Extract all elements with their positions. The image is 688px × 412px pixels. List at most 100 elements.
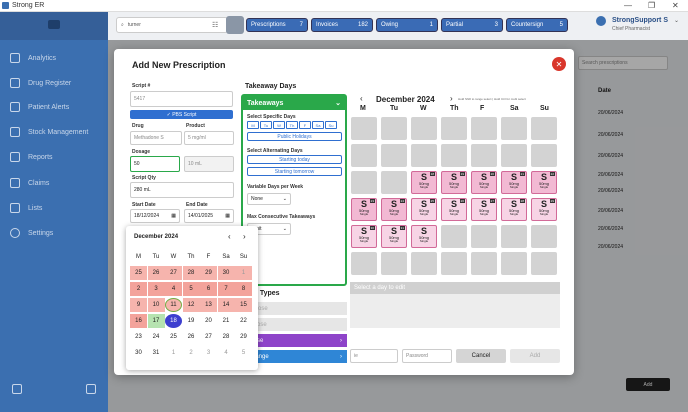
- calendar-day-dosed[interactable]: S 50mg Single 24: [381, 198, 407, 221]
- datepicker-next-button[interactable]: ›: [243, 232, 246, 241]
- calendar-day-empty[interactable]: [501, 117, 527, 140]
- dosage-input[interactable]: 50: [130, 156, 180, 172]
- datepicker-day[interactable]: 4: [165, 282, 182, 296]
- calendar-day-dosed[interactable]: S 50mg Single: [411, 225, 437, 248]
- datepicker-day[interactable]: 25: [165, 330, 182, 344]
- calendar-day-dosed[interactable]: S 50mg Single 22: [531, 171, 557, 194]
- datepicker-day[interactable]: 30: [130, 346, 147, 360]
- calendar-day-empty[interactable]: [471, 117, 497, 140]
- calendar-next-button[interactable]: ›: [450, 94, 453, 103]
- calendar-day-dosed[interactable]: S 50mg Single 29: [531, 198, 557, 221]
- datepicker-day[interactable]: 5: [235, 346, 252, 360]
- datepicker-day[interactable]: 24: [148, 330, 165, 344]
- day-toggle-tu[interactable]: Tu: [260, 121, 272, 129]
- datepicker-day[interactable]: 8: [235, 282, 252, 296]
- cancel-button[interactable]: Cancel: [456, 349, 506, 363]
- chip-partial[interactable]: Partial 3: [441, 18, 503, 32]
- calendar-day-empty[interactable]: [531, 225, 557, 248]
- patient-avatar-button[interactable]: [226, 16, 244, 34]
- calendar-day-empty[interactable]: [351, 144, 377, 167]
- variable-days-select[interactable]: None ⌄: [247, 193, 291, 205]
- datepicker-day[interactable]: 7: [217, 282, 235, 296]
- day-toggle-th[interactable]: Th: [286, 121, 298, 129]
- sidebar-item-settings[interactable]: Settings: [10, 228, 53, 238]
- day-toggle-m[interactable]: M: [247, 121, 259, 129]
- datepicker-day[interactable]: 26: [147, 266, 165, 280]
- datepicker-day[interactable]: 5: [182, 282, 200, 296]
- calendar-day-empty[interactable]: [501, 252, 527, 275]
- calendar-day-empty[interactable]: [471, 225, 497, 248]
- script-qty-input[interactable]: 280 mL: [130, 182, 234, 198]
- datepicker-prev-button[interactable]: ‹: [228, 232, 231, 241]
- calendar-prev-button[interactable]: ‹: [360, 94, 363, 103]
- calendar-day-dosed[interactable]: S 50mg Single 18: [411, 171, 437, 194]
- day-toggle-f[interactable]: F: [299, 121, 311, 129]
- calendar-day-empty[interactable]: [351, 117, 377, 140]
- calendar-day-dosed[interactable]: S 50mg Single 23: [351, 198, 377, 221]
- calendar-day-empty[interactable]: [441, 225, 467, 248]
- public-holidays-button[interactable]: Public Holidays: [247, 132, 342, 141]
- user-avatar[interactable]: [596, 16, 606, 26]
- datepicker-day[interactable]: 15: [235, 298, 252, 312]
- datepicker-day[interactable]: 19: [183, 314, 200, 328]
- calendar-day-dosed[interactable]: S 50mg Single 30: [351, 225, 377, 248]
- script-number-input[interactable]: 5417: [130, 91, 233, 107]
- calendar-day-dosed[interactable]: S 50mg Single 26: [441, 198, 467, 221]
- calendar-day-dosed[interactable]: S 50mg Single 21: [501, 171, 527, 194]
- calendar-day-dosed[interactable]: S 50mg Single 31: [381, 225, 407, 248]
- chip-owing[interactable]: Owing 1: [376, 18, 438, 32]
- datepicker-day[interactable]: 25: [130, 266, 147, 280]
- calendar-icon[interactable]: ▦: [171, 213, 176, 219]
- filter-icon[interactable]: ☷: [212, 21, 218, 29]
- calendar-day-empty[interactable]: [501, 225, 527, 248]
- calendar-day-dosed[interactable]: S 50mg Single 27: [471, 198, 497, 221]
- calendar-day-empty[interactable]: [381, 117, 407, 140]
- starting-tomorrow-button[interactable]: Starting tomorrow: [247, 167, 342, 176]
- calendar-day-empty[interactable]: [471, 144, 497, 167]
- datepicker-day[interactable]: 10: [147, 298, 165, 312]
- calendar-day-dosed[interactable]: S 50mg Single 25: [411, 198, 437, 221]
- datepicker-day[interactable]: 22: [235, 314, 252, 328]
- datepicker-day[interactable]: 3: [147, 282, 165, 296]
- datepicker-day[interactable]: 11: [165, 298, 182, 312]
- chip-countersign[interactable]: Countersign 5: [506, 18, 568, 32]
- datepicker-day[interactable]: 2: [183, 346, 200, 360]
- sidebar-item-stock-management[interactable]: Stock Management: [10, 127, 88, 137]
- chip-invoices[interactable]: Invoices 182: [311, 18, 373, 32]
- day-toggle-sa[interactable]: Sa: [312, 121, 324, 129]
- pin-icon[interactable]: [86, 384, 96, 394]
- footer-left-input[interactable]: ie: [350, 349, 398, 363]
- chip-prescriptions[interactable]: Prescriptions 7: [246, 18, 308, 32]
- product-select[interactable]: 5 mg/ml: [184, 131, 234, 145]
- calendar-day-empty[interactable]: [441, 117, 467, 140]
- sidebar-item-patient-alerts[interactable]: Patient Alerts: [10, 102, 69, 112]
- calendar-day-empty[interactable]: [381, 171, 407, 194]
- chevron-down-icon[interactable]: ⌄: [674, 17, 679, 24]
- day-toggle-w[interactable]: W: [273, 121, 285, 129]
- calendar-day-empty[interactable]: [351, 252, 377, 275]
- datepicker-day[interactable]: 20: [200, 314, 217, 328]
- calendar-day-empty[interactable]: [441, 144, 467, 167]
- calendar-day-empty[interactable]: [351, 171, 377, 194]
- datepicker-day[interactable]: 2: [130, 282, 147, 296]
- datepicker-day[interactable]: 21: [218, 314, 235, 328]
- sidebar-footer-icon[interactable]: [12, 384, 22, 394]
- datepicker-day[interactable]: 28: [218, 330, 235, 344]
- datepicker-day[interactable]: 1: [235, 266, 252, 280]
- datepicker-day[interactable]: 27: [200, 330, 217, 344]
- close-window-button[interactable]: ✕: [672, 1, 679, 10]
- password-input[interactable]: Password: [402, 349, 452, 363]
- datepicker-day[interactable]: 16: [130, 314, 147, 328]
- add-button[interactable]: Add: [510, 349, 560, 363]
- datepicker-day[interactable]: 18: [165, 314, 182, 328]
- day-toggle-su[interactable]: Su: [325, 121, 337, 129]
- maximize-button[interactable]: ❐: [648, 1, 655, 10]
- sidebar-item-claims[interactable]: Claims: [10, 178, 49, 188]
- calendar-day-empty[interactable]: [471, 252, 497, 275]
- calendar-day-empty[interactable]: [531, 144, 557, 167]
- datepicker-day[interactable]: 30: [217, 266, 235, 280]
- datepicker-day[interactable]: 23: [130, 330, 147, 344]
- calendar-day-empty[interactable]: [441, 252, 467, 275]
- calendar-day-empty[interactable]: [531, 252, 557, 275]
- datepicker-day[interactable]: 6: [200, 282, 217, 296]
